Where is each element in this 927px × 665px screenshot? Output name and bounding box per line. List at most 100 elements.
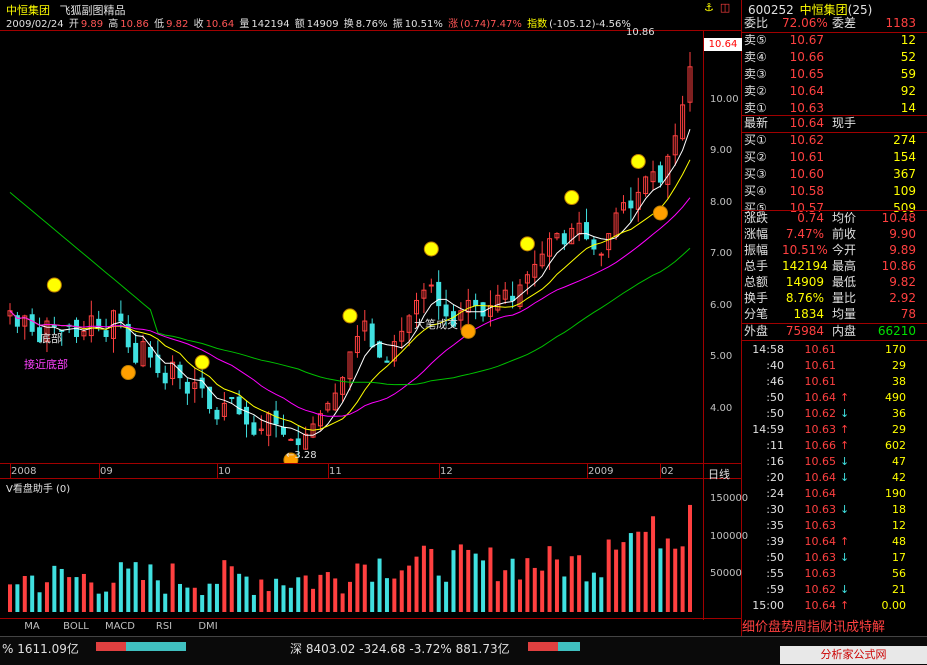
window-icon[interactable]: ◫	[720, 1, 730, 14]
candle-body	[288, 438, 294, 441]
sell-row: 卖② 10.64 92	[742, 83, 920, 100]
volume-bar	[22, 575, 27, 612]
candle-body	[244, 406, 250, 425]
stat-row: 分笔 1834 均量 78	[742, 306, 920, 323]
volume-bar	[488, 547, 493, 612]
quote-bottom-tabs[interactable]: 细价盘势周指财讯成特解	[742, 616, 927, 635]
sell-label: 卖②	[744, 84, 767, 98]
change-value: (0.74)7.47%	[460, 19, 522, 30]
quote-separator	[742, 340, 927, 341]
volume-bar	[414, 556, 419, 612]
turnover-value: 8.76%	[355, 19, 388, 30]
buy-volume: 367	[893, 167, 916, 181]
indicator-tab-boll[interactable]: BOLL	[56, 620, 96, 634]
volume-bar	[281, 585, 286, 612]
volume-bar	[547, 546, 552, 612]
volume-bar	[658, 548, 663, 612]
date-tick	[217, 463, 218, 478]
stat-label: 涨跌	[744, 211, 769, 225]
volume-bar	[599, 577, 604, 612]
tick-direction: ↑	[840, 423, 850, 436]
buy-price: 10.60	[789, 167, 824, 181]
volume-bar	[141, 580, 146, 612]
high-label: 高	[108, 19, 119, 30]
date-tick-label: 10	[218, 466, 231, 477]
volume-bar	[325, 572, 330, 612]
indicator-tab-ma[interactable]: MA	[12, 620, 52, 634]
tick-time: :20	[766, 471, 784, 484]
indicator-tab-dmi[interactable]: DMI	[188, 620, 228, 634]
volume-bar	[466, 549, 471, 612]
buy-label: 买④	[744, 184, 767, 198]
tick-price: 10.64	[804, 471, 837, 484]
stat-row: 涨跌 0.74 均价 10.48	[742, 210, 920, 227]
candlestick-chart[interactable]	[0, 30, 703, 463]
tick-price: 10.64	[804, 391, 837, 404]
frame-axis-divider	[703, 30, 704, 620]
tick-volume: 170	[885, 343, 906, 356]
stat-value: 7.47%	[785, 227, 824, 241]
tick-time: 14:58	[752, 343, 784, 356]
volume-bar	[340, 593, 345, 612]
status-left: % 1611.09亿	[2, 642, 79, 656]
stat-row: 总手 142194 最高 10.86	[742, 258, 920, 275]
price-tick-label: 7.00	[710, 248, 733, 260]
volume-bar	[170, 563, 175, 612]
stat-value: 8.76%	[785, 291, 824, 305]
tick-direction: ↓	[840, 407, 850, 420]
volume-bar	[399, 570, 404, 612]
stat-value: 10.48	[881, 211, 916, 225]
sell-label: 卖⑤	[744, 33, 767, 47]
amplitude-value: 10.51%	[404, 19, 443, 30]
volume-bar	[377, 558, 382, 612]
stat-label: 振幅	[744, 243, 769, 257]
tick-volume: 21	[892, 583, 906, 596]
volume-bar	[628, 533, 633, 612]
volume-bar	[192, 587, 197, 612]
stat-value: 10.51%	[782, 243, 828, 257]
low-marker-value: 3.28	[294, 450, 317, 461]
volume-bar	[503, 570, 508, 612]
volume-bar	[384, 578, 389, 612]
volume-bar	[510, 558, 515, 612]
buy-volume: 154	[893, 150, 916, 164]
tick-row: :59 10.62 ↓ 21	[742, 582, 920, 598]
volume-bar	[665, 538, 670, 612]
sell-row: 卖③ 10.65 59	[742, 66, 920, 83]
tick-time: :35	[766, 519, 784, 532]
price-tick-label: 5.00	[710, 351, 733, 363]
weicha-value: 1183	[885, 16, 916, 30]
stat-value: 1834	[793, 307, 824, 321]
volume-bar	[606, 539, 611, 612]
volume-bar	[421, 545, 426, 612]
volume-bar	[636, 531, 641, 612]
price-tick-label: 8.00	[710, 196, 733, 208]
latest-value: 10.64	[789, 116, 824, 130]
volume-chart[interactable]	[0, 479, 703, 619]
tick-time: :40	[766, 359, 784, 372]
candle-body	[96, 318, 102, 327]
low-value: 9.82	[166, 19, 189, 30]
anchor-icon[interactable]: ⚓	[704, 1, 714, 14]
volume-bar	[222, 560, 227, 612]
volume-bar	[133, 562, 138, 612]
indicator-tab-rsi[interactable]: RSI	[144, 620, 184, 634]
indicator-tab-macd[interactable]: MACD	[100, 620, 140, 634]
index-value: (-105.12)-4.56%	[549, 19, 631, 30]
candle-body	[295, 438, 301, 446]
index-label: 指数	[527, 19, 548, 30]
candle-body	[280, 426, 286, 435]
stat-label: 涨幅	[744, 227, 769, 241]
stat-label: 均价	[832, 211, 857, 225]
sell-label: 卖③	[744, 67, 767, 81]
tick-volume: 48	[892, 535, 906, 548]
tick-time: :50	[766, 551, 784, 564]
site-banner[interactable]: 分析家公式网www.88gs.com	[780, 646, 927, 664]
smiley-marker-icon	[342, 308, 358, 324]
volume-bar	[318, 574, 323, 612]
tick-price: 10.63	[804, 503, 837, 516]
tick-price: 10.65	[804, 455, 837, 468]
tick-price: 10.62	[804, 583, 837, 596]
tick-row: :40 10.61 29	[742, 358, 920, 374]
tick-volume: 38	[892, 375, 906, 388]
